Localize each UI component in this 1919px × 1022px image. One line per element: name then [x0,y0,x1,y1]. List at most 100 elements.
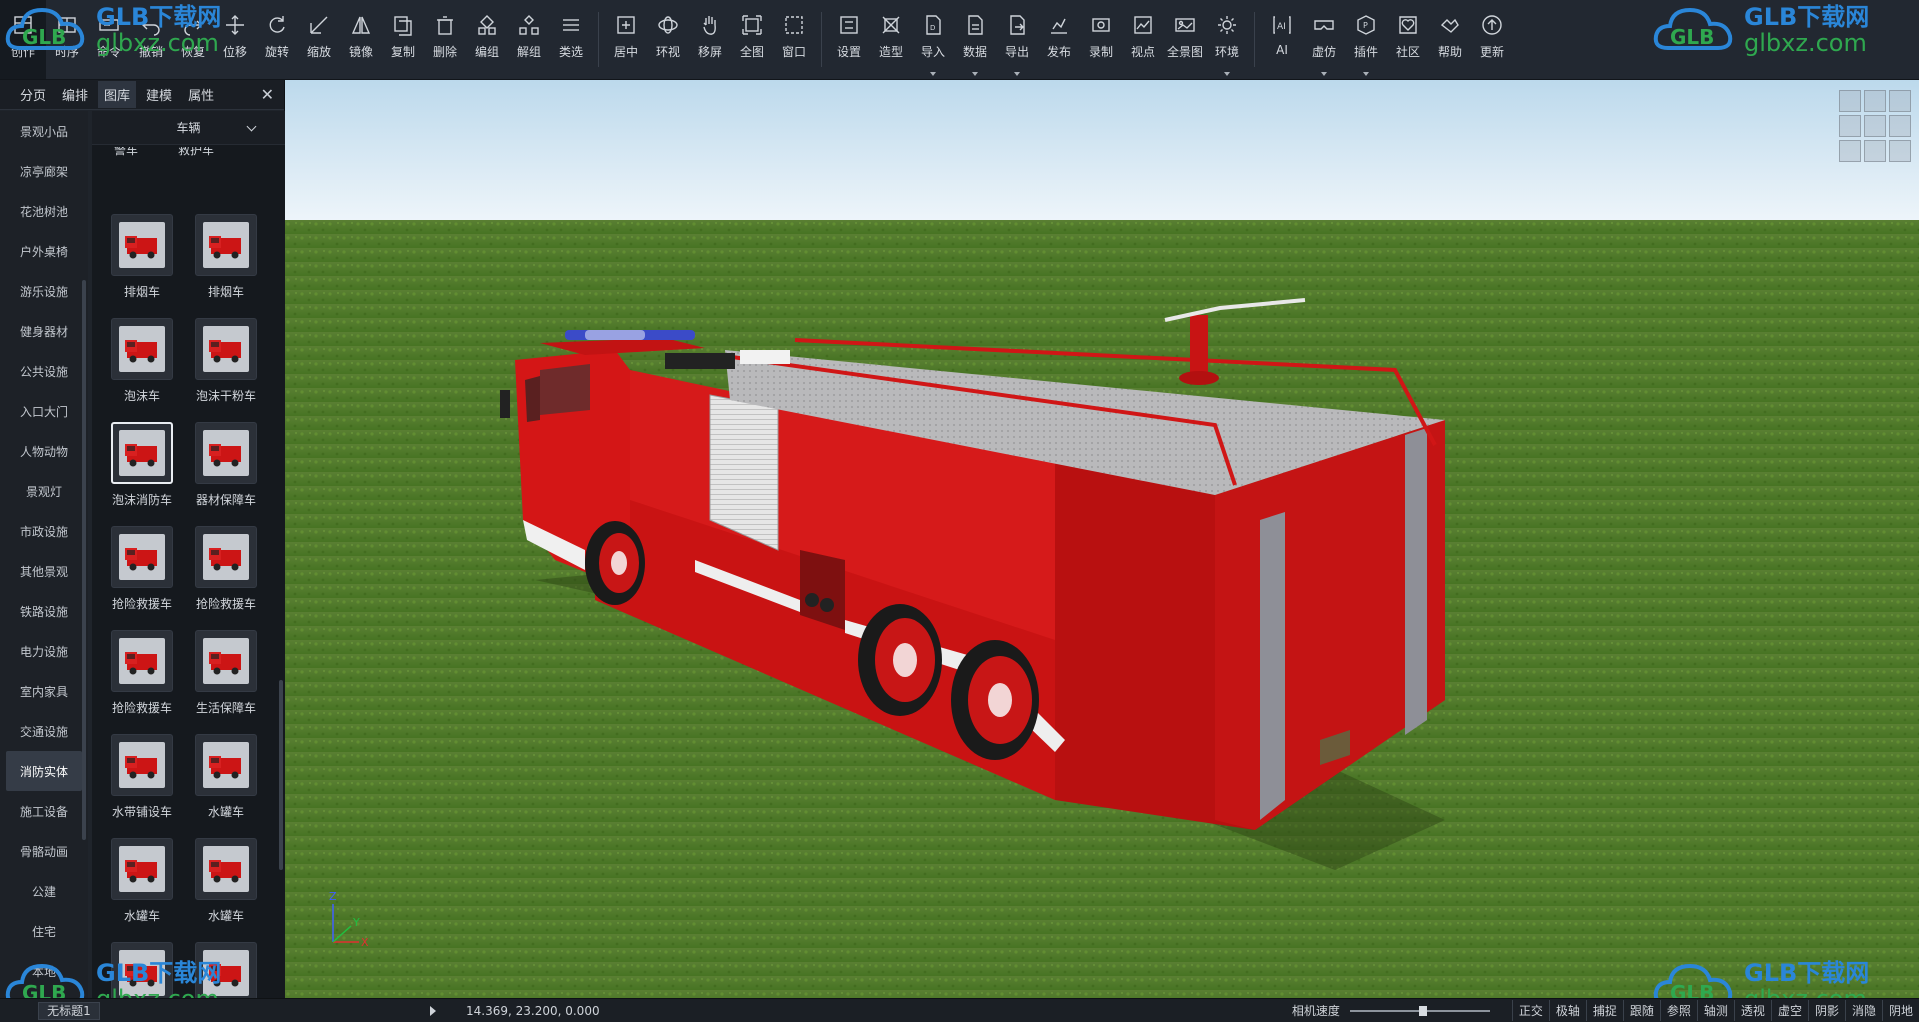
gallery-item[interactable]: 生活保障车 [186,630,266,730]
category-item[interactable]: 花池树池 [6,191,82,231]
gallery-item[interactable]: 抢险救援车 [186,526,266,626]
category-item[interactable]: 室内家具 [6,671,82,711]
document-tab[interactable]: 无标题1 [38,1001,100,1020]
status-toggle[interactable]: 参照 [1659,1000,1697,1021]
redo-button[interactable]: 恢复 [172,0,214,79]
gallery-item[interactable]: 水带铺设车 [102,734,182,834]
import-button[interactable]: D 导入 [912,0,954,79]
view-right-button[interactable] [1889,115,1911,137]
category-item[interactable]: 施工设备 [6,791,82,831]
close-icon[interactable]: ✕ [261,85,274,104]
export-button[interactable]: 导出 [996,0,1038,79]
status-toggle[interactable]: 虚空 [1770,1000,1808,1021]
gallery-item[interactable]: 水罐泡沫车 [102,942,182,998]
tab-arrange[interactable]: 编排 [56,81,94,108]
status-toggle[interactable]: 跟随 [1622,1000,1660,1021]
slider-knob[interactable] [1418,1005,1427,1016]
category-item[interactable]: 骨骼动画 [6,831,82,871]
delete-button[interactable]: 删除 [424,0,466,79]
vr-button[interactable]: 虚仿 [1303,0,1345,79]
pan-hand-button[interactable]: 移屏 [689,0,731,79]
data-button[interactable]: 数据 [954,0,996,79]
zoom-extents-button[interactable]: 全图 [731,0,773,79]
tab-properties[interactable]: 属性 [182,81,220,108]
modeling-button[interactable]: 造型 [870,0,912,79]
community-button[interactable]: 社区 [1387,0,1429,79]
category-item[interactable]: 其他景观 [6,551,82,591]
camera-speed-slider[interactable] [1349,1005,1490,1016]
status-toggle[interactable]: 消隐 [1844,1000,1882,1021]
group-button[interactable]: 编组 [466,0,508,79]
3d-viewport[interactable]: Z X Y [285,80,1919,998]
category-item[interactable]: 本地 [6,951,82,991]
tab-paging[interactable]: 分页 [14,81,52,108]
help-button[interactable]: 帮助 [1429,0,1471,79]
ai-button[interactable]: AI AI [1261,0,1303,79]
gallery-item[interactable]: 泡沫车 [102,318,182,418]
category-item[interactable]: 景观灯 [6,471,82,511]
category-item[interactable]: 健身器材 [6,311,82,351]
category-item[interactable]: 铁路设施 [6,591,82,631]
zoom-window-button[interactable]: 窗口 [773,0,815,79]
category-scrollbar[interactable] [82,280,86,840]
gallery-item[interactable]: 水罐车 [186,838,266,938]
status-toggle[interactable]: 极轴 [1548,1000,1586,1021]
category-item[interactable]: 景观小品 [6,111,82,151]
category-item[interactable]: 消防实体 [6,751,82,791]
view-bottom-right-button[interactable] [1889,140,1911,162]
move-button[interactable]: 位移 [214,0,256,79]
record-button[interactable]: 录制 [1080,0,1122,79]
timeline-button[interactable]: 时序 [46,0,88,79]
rotate-button[interactable]: 旋转 [256,0,298,79]
category-item[interactable]: 凉亭廊架 [6,151,82,191]
gallery-scrollbar[interactable] [279,680,283,870]
view-bottom-left-button[interactable] [1839,140,1861,162]
update-button[interactable]: 更新 [1471,0,1513,79]
category-item[interactable]: 游乐设施 [6,271,82,311]
status-toggle[interactable]: 阴地 [1881,1000,1919,1021]
gallery-item[interactable]: 器材保障车 [186,422,266,522]
view-front-button[interactable] [1864,115,1886,137]
center-button[interactable]: 居中 [605,0,647,79]
panorama-button[interactable]: 全景图 [1164,0,1206,79]
gallery-item[interactable]: 水罐车 [102,838,182,938]
plugin-button[interactable]: P 插件 [1345,0,1387,79]
publish-button[interactable]: 发布 [1038,0,1080,79]
gallery-category-select[interactable]: 车辆 [92,111,285,145]
category-item[interactable]: 市政设施 [6,511,82,551]
tab-library[interactable]: 图库 [98,81,137,108]
play-icon[interactable] [430,1005,436,1016]
gallery-item[interactable]: 泡沫消防车 [102,422,182,522]
view-bottom-button[interactable] [1864,140,1886,162]
undo-button[interactable]: 撤销 [130,0,172,79]
gallery-item[interactable]: 排烟车 [186,214,266,314]
view-top-right-button[interactable] [1889,90,1911,112]
status-toggle[interactable]: 轴测 [1696,1000,1734,1021]
gallery-item[interactable]: 抢险救援车 [102,630,182,730]
environment-sun-button[interactable]: 环境 [1206,0,1248,79]
viewpoint-button[interactable]: 视点 [1122,0,1164,79]
category-item[interactable]: 电力设施 [6,631,82,671]
status-toggle[interactable]: 正交 [1511,1000,1549,1021]
status-toggle[interactable]: 透视 [1733,1000,1771,1021]
copy-button[interactable]: 复制 [382,0,424,79]
category-item[interactable]: 公共设施 [6,351,82,391]
settings-button[interactable]: 设置 [828,0,870,79]
category-item[interactable]: 入口大门 [6,391,82,431]
gallery-item[interactable]: 排烟车 [102,214,182,314]
category-item[interactable]: 交通设施 [6,711,82,751]
gallery-item[interactable]: 水罐车 [186,734,266,834]
command-button[interactable]: 命令 [88,0,130,79]
gallery-item[interactable]: 泡沫干粉车 [186,318,266,418]
gallery-item[interactable]: 抢险救援车 [102,526,182,626]
view-left-button[interactable] [1839,115,1861,137]
category-item[interactable]: 公建 [6,871,82,911]
view-top-left-button[interactable] [1839,90,1861,112]
new-layer-button[interactable]: 创作 [0,0,46,79]
select-similar-button[interactable]: 类选 [550,0,592,79]
category-item[interactable]: 人物动物 [6,431,82,471]
scale-button[interactable]: 缩放 [298,0,340,79]
category-item[interactable]: 户外桌椅 [6,231,82,271]
mirror-button[interactable]: 镜像 [340,0,382,79]
tab-modeling[interactable]: 建模 [140,81,178,108]
